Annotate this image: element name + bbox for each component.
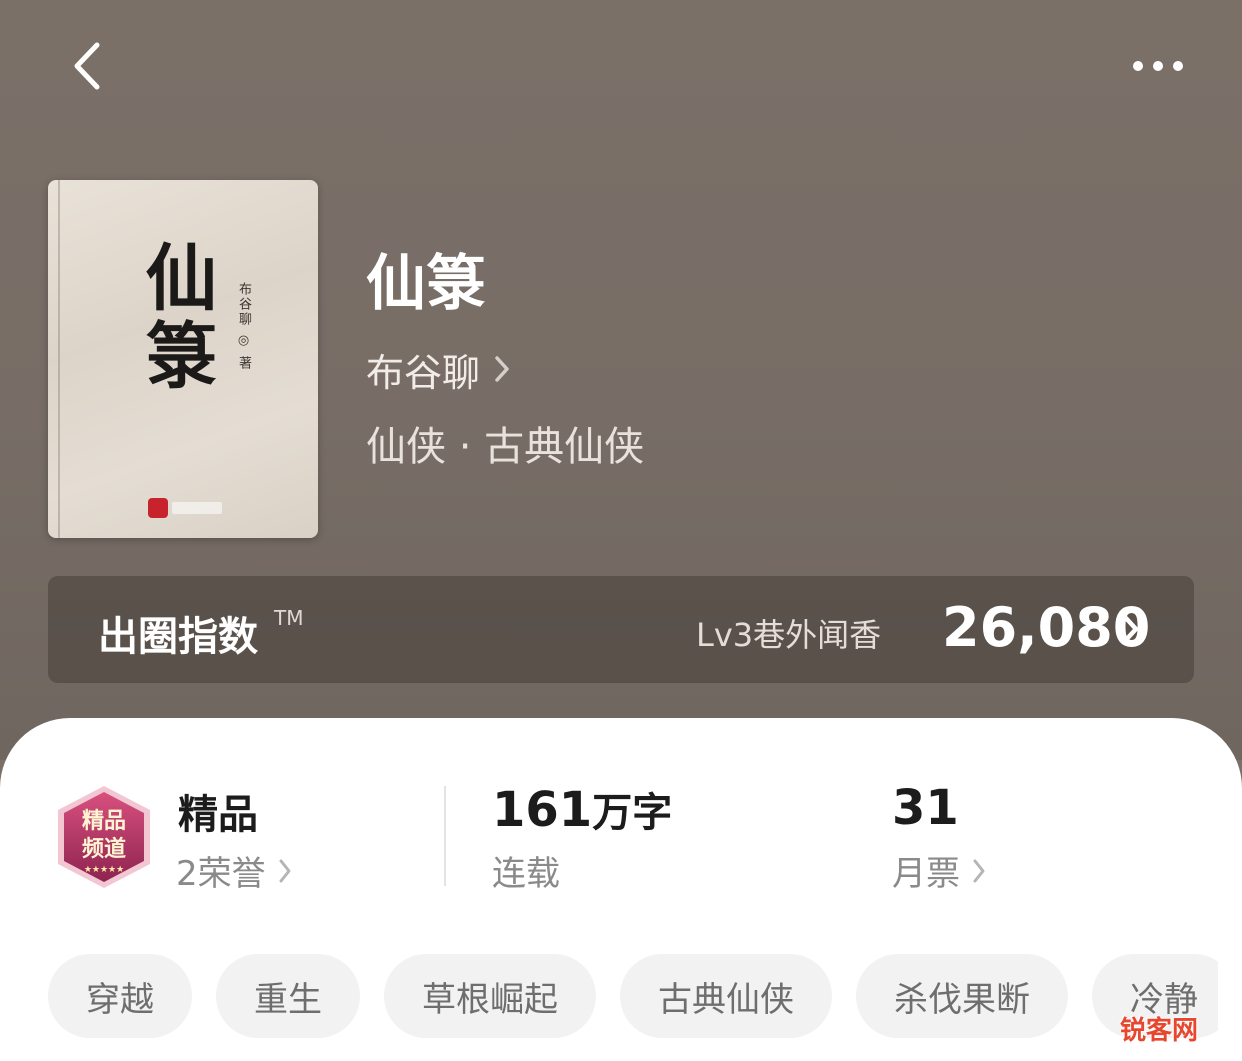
serial-status-label: 连载 (492, 854, 560, 894)
honors-link[interactable]: 2荣誉 (176, 846, 292, 895)
more-horizontal-icon (1133, 61, 1143, 71)
chevron-right-icon (495, 356, 509, 382)
cover-spine (58, 180, 60, 538)
publisher-logo (148, 498, 168, 518)
tag-chip[interactable]: 草根崛起 (384, 954, 596, 1038)
chevron-left-icon (74, 42, 100, 90)
book-genre[interactable]: 仙侠 · 古典仙侠 (366, 420, 644, 474)
book-title: 仙箓 (366, 249, 486, 319)
tag-chip[interactable]: 穿越 (48, 954, 192, 1038)
cover-author: 布谷聊 ◎ 著 (236, 282, 251, 372)
svg-text:★★★★★: ★★★★★ (84, 865, 124, 875)
chevron-right-icon (973, 859, 985, 882)
monthly-ticket-count: 31 (892, 780, 959, 836)
chevron-right-icon (279, 859, 291, 882)
monthly-ticket-label: 月票 (892, 854, 960, 894)
svg-text:频道: 频道 (82, 836, 126, 862)
stat-divider (444, 786, 446, 886)
author-name: 布谷聊 (366, 350, 481, 395)
more-button[interactable] (1122, 44, 1194, 88)
chevron-right-icon (1121, 613, 1139, 645)
svg-text:精品: 精品 (82, 808, 126, 834)
word-count-unit: 万字 (592, 790, 673, 836)
cover-title: 仙箓 (133, 240, 218, 396)
tag-chip[interactable]: 古典仙侠 (620, 954, 832, 1038)
word-count: 161万字 (492, 780, 672, 838)
honors-count: 2荣誉 (176, 854, 266, 894)
quality-title: 精品 (178, 792, 258, 838)
popularity-index-bar[interactable]: 出圈指数 TM Lv3巷外闻香 26,080 (48, 576, 1194, 683)
serial-status: 连载 (492, 846, 560, 895)
more-dot (1173, 61, 1183, 71)
publisher-logo-text (172, 502, 222, 514)
tag-chip[interactable]: 重生 (216, 954, 360, 1038)
trademark-mark: TM (274, 606, 304, 630)
author-link[interactable]: 布谷聊 (366, 342, 510, 396)
index-label: 出圈指数 (98, 614, 258, 660)
tag-list: 穿越 重生 草根崛起 古典仙侠 杀伐果断 冷静 (48, 954, 1218, 1040)
word-count-number: 161 (492, 782, 593, 838)
watermark: 锐客网 (1120, 1016, 1199, 1046)
index-level: Lv3巷外闻香 (696, 616, 882, 654)
premium-channel-badge[interactable]: 精品 频道 ★★★★★ (52, 784, 156, 890)
monthly-ticket-link[interactable]: 月票 (892, 846, 986, 895)
tag-chip[interactable]: 杀伐果断 (856, 954, 1068, 1038)
back-button[interactable] (56, 36, 116, 96)
more-dot (1153, 61, 1163, 71)
book-cover[interactable]: 仙箓 布谷聊 ◎ 著 (48, 180, 318, 538)
